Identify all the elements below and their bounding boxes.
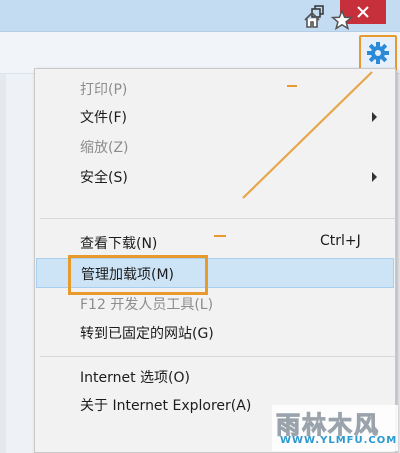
home-icon [304, 11, 320, 28]
menu-item-print[interactable]: 打印(P) [36, 74, 394, 104]
menu-item-label: Internet 选项(O) [80, 370, 190, 386]
menu-separator [40, 218, 395, 219]
submenu-arrow-icon [372, 172, 377, 182]
menu-item-label: 安全(S) [80, 170, 128, 186]
menu-item-label: 转到已固定的网站(G) [80, 326, 214, 342]
menu-item-label: 打印(P) [80, 82, 128, 98]
menu-item-label: 查看下载(N) [80, 236, 158, 252]
menu-separator [40, 356, 395, 357]
menu-item-label: F12 开发人员工具(L) [80, 297, 214, 313]
page-edge [0, 74, 6, 453]
menu-item-internet-options[interactable]: Internet 选项(O) [36, 362, 394, 392]
close-icon [357, 6, 369, 18]
menu-item-label: 文件(F) [80, 110, 127, 126]
menu-item-label: 缩放(Z) [80, 140, 129, 156]
menu-item-zoom[interactable]: 缩放(Z) [36, 132, 394, 162]
submenu-arrow-icon [372, 112, 377, 122]
watermark-logo: 雨林木风 WWW.YLMFU.COM [272, 405, 398, 451]
menu-item-label: 关于 Internet Explorer(A) [80, 398, 252, 414]
star-icon [331, 9, 353, 31]
tools-button[interactable] [359, 35, 397, 71]
home-button[interactable] [299, 6, 325, 34]
menu-item-file[interactable]: 文件(F) [36, 102, 394, 132]
menu-item-view-downloads[interactable]: 查看下载(N) Ctrl+J [36, 228, 394, 258]
menu-item-shortcut: Ctrl+J [320, 233, 361, 249]
highlight-box [68, 255, 208, 295]
menu-item-safety[interactable]: 安全(S) [36, 162, 394, 192]
gear-icon [367, 42, 389, 64]
favorites-button[interactable] [329, 6, 355, 34]
watermark-url: WWW.YLMFU.COM [280, 435, 398, 446]
menu-item-pinned-sites[interactable]: 转到已固定的网站(G) [36, 318, 394, 348]
